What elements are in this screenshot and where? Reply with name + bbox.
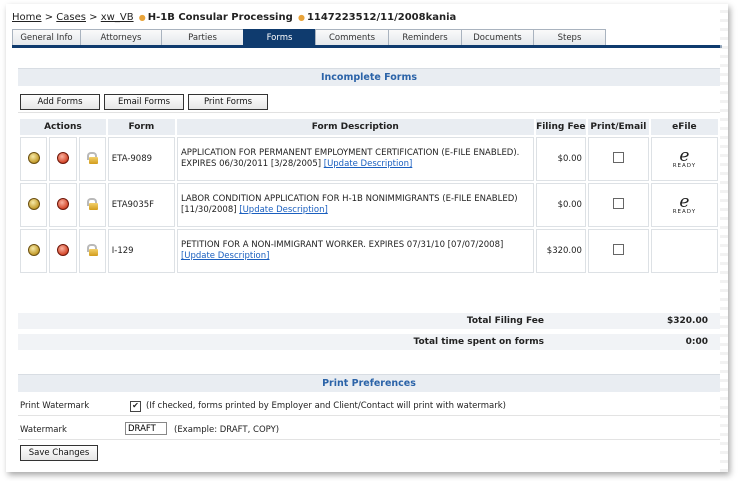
forms-toolbar: Add Forms Email Forms Print Forms <box>18 92 720 113</box>
edit-form-icon[interactable] <box>27 197 40 210</box>
watermark-example: (Example: DRAFT, COPY) <box>174 425 280 435</box>
print-email-checkbox[interactable] <box>612 152 624 163</box>
total-time-value: 0:00 <box>685 337 708 347</box>
update-description-link[interactable]: [Update Description] <box>324 159 413 169</box>
print-watermark-note: (If checked, forms printed by Employer a… <box>146 401 506 411</box>
total-time-row: Total time spent on forms 0:00 <box>18 334 720 350</box>
efile-empty-cell <box>650 229 718 273</box>
total-filing-fee-row: Total Filing Fee $320.00 <box>18 313 720 329</box>
tab-steps[interactable]: Steps <box>533 29 606 45</box>
filing-fee: $0.00 <box>535 183 586 227</box>
bullet-icon: ● <box>297 13 305 22</box>
tab-attorneys[interactable]: Attorneys <box>80 29 162 45</box>
form-description: PETITION FOR A NON-IMMIGRANT WORKER. EXP… <box>180 240 504 250</box>
tab-reminders[interactable]: Reminders <box>388 29 462 45</box>
print-forms-button[interactable]: Print Forms <box>188 94 268 110</box>
table-row: ETA-9089 APPLICATION FOR PERMANENT EMPLO… <box>20 137 718 181</box>
watermark-label: Watermark <box>20 425 67 435</box>
email-forms-button[interactable]: Email Forms <box>104 94 184 110</box>
print-preferences-heading: Print Preferences <box>18 374 720 392</box>
print-watermark-checkbox[interactable]: ✔ <box>130 401 141 412</box>
efile-logo-icon: e <box>679 146 690 166</box>
update-description-link[interactable]: [Update Description] <box>181 251 270 261</box>
tab-forms[interactable]: Forms <box>243 29 316 45</box>
col-description: Form Description <box>176 119 534 135</box>
delete-form-icon[interactable] <box>56 197 69 210</box>
watermark-text-row: Watermark (Example: DRAFT, COPY) <box>18 420 720 440</box>
col-efile: eFile <box>650 119 718 135</box>
breadcrumb-cases-link[interactable]: Cases <box>56 12 86 23</box>
form-description: LABOR CONDITION APPLICATION FOR H-1B NON… <box>180 194 518 215</box>
table-row: I-129 PETITION FOR A NON-IMMIGRANT WORKE… <box>20 229 718 273</box>
incomplete-forms-heading: Incomplete Forms <box>18 68 720 86</box>
forms-table: Actions Form Form Description Filing Fee… <box>18 117 720 275</box>
watermark-input[interactable] <box>125 422 167 435</box>
lock-icon[interactable] <box>86 151 99 164</box>
tab-comments[interactable]: Comments <box>315 29 389 45</box>
bullet-icon: ● <box>138 13 146 22</box>
tab-bar: General Info Attorneys Parties Forms Com… <box>12 29 606 45</box>
delete-form-icon[interactable] <box>56 243 69 256</box>
breadcrumb-case-link[interactable]: xw_VB <box>101 12 134 23</box>
form-code: I-129 <box>107 229 175 273</box>
tab-underline <box>12 45 722 48</box>
filing-fee: $0.00 <box>535 137 586 181</box>
filing-fee: $320.00 <box>535 229 586 273</box>
form-code: ETA9035F <box>107 183 175 227</box>
col-form: Form <box>107 119 175 135</box>
lock-icon[interactable] <box>86 197 99 210</box>
case-id: 1147223512/11/2008kania <box>306 12 457 23</box>
print-watermark-label: Print Watermark <box>20 401 90 411</box>
total-filing-fee-label: Total Filing Fee <box>466 316 544 326</box>
total-filing-fee-value: $320.00 <box>667 316 708 326</box>
case-type: H-1B Consular Processing <box>147 12 293 23</box>
total-time-label: Total time spent on forms <box>413 337 544 347</box>
save-changes-button[interactable]: Save Changes <box>20 445 98 461</box>
edit-form-icon[interactable] <box>27 243 40 256</box>
efile-ready-badge: e READY <box>650 183 718 227</box>
lock-icon[interactable] <box>86 243 99 256</box>
col-filing-fee: Filing Fee <box>535 119 586 135</box>
print-watermark-row: Print Watermark ✔ (If checked, forms pri… <box>18 396 720 416</box>
tab-general-info[interactable]: General Info <box>12 29 81 45</box>
edit-form-icon[interactable] <box>27 151 40 164</box>
tab-parties[interactable]: Parties <box>161 29 244 45</box>
efile-ready-badge: e READY <box>650 137 718 181</box>
update-description-link[interactable]: [Update Description] <box>239 205 328 215</box>
form-code: ETA-9089 <box>107 137 175 181</box>
add-forms-button[interactable]: Add Forms <box>20 94 100 110</box>
print-email-checkbox[interactable] <box>612 198 624 209</box>
efile-logo-icon: e <box>679 192 690 212</box>
print-email-checkbox[interactable] <box>612 244 624 255</box>
col-actions: Actions <box>20 119 106 135</box>
tab-documents[interactable]: Documents <box>461 29 534 45</box>
table-row: ETA9035F LABOR CONDITION APPLICATION FOR… <box>20 183 718 227</box>
breadcrumb: Home > Cases > xw_VB ● H-1B Consular Proc… <box>12 12 457 23</box>
breadcrumb-home-link[interactable]: Home <box>12 12 42 23</box>
col-print-email: Print/Email <box>587 119 649 135</box>
delete-form-icon[interactable] <box>56 151 69 164</box>
forms-panel: Home > Cases > xw_VB ● H-1B Consular Proc… <box>6 4 728 472</box>
